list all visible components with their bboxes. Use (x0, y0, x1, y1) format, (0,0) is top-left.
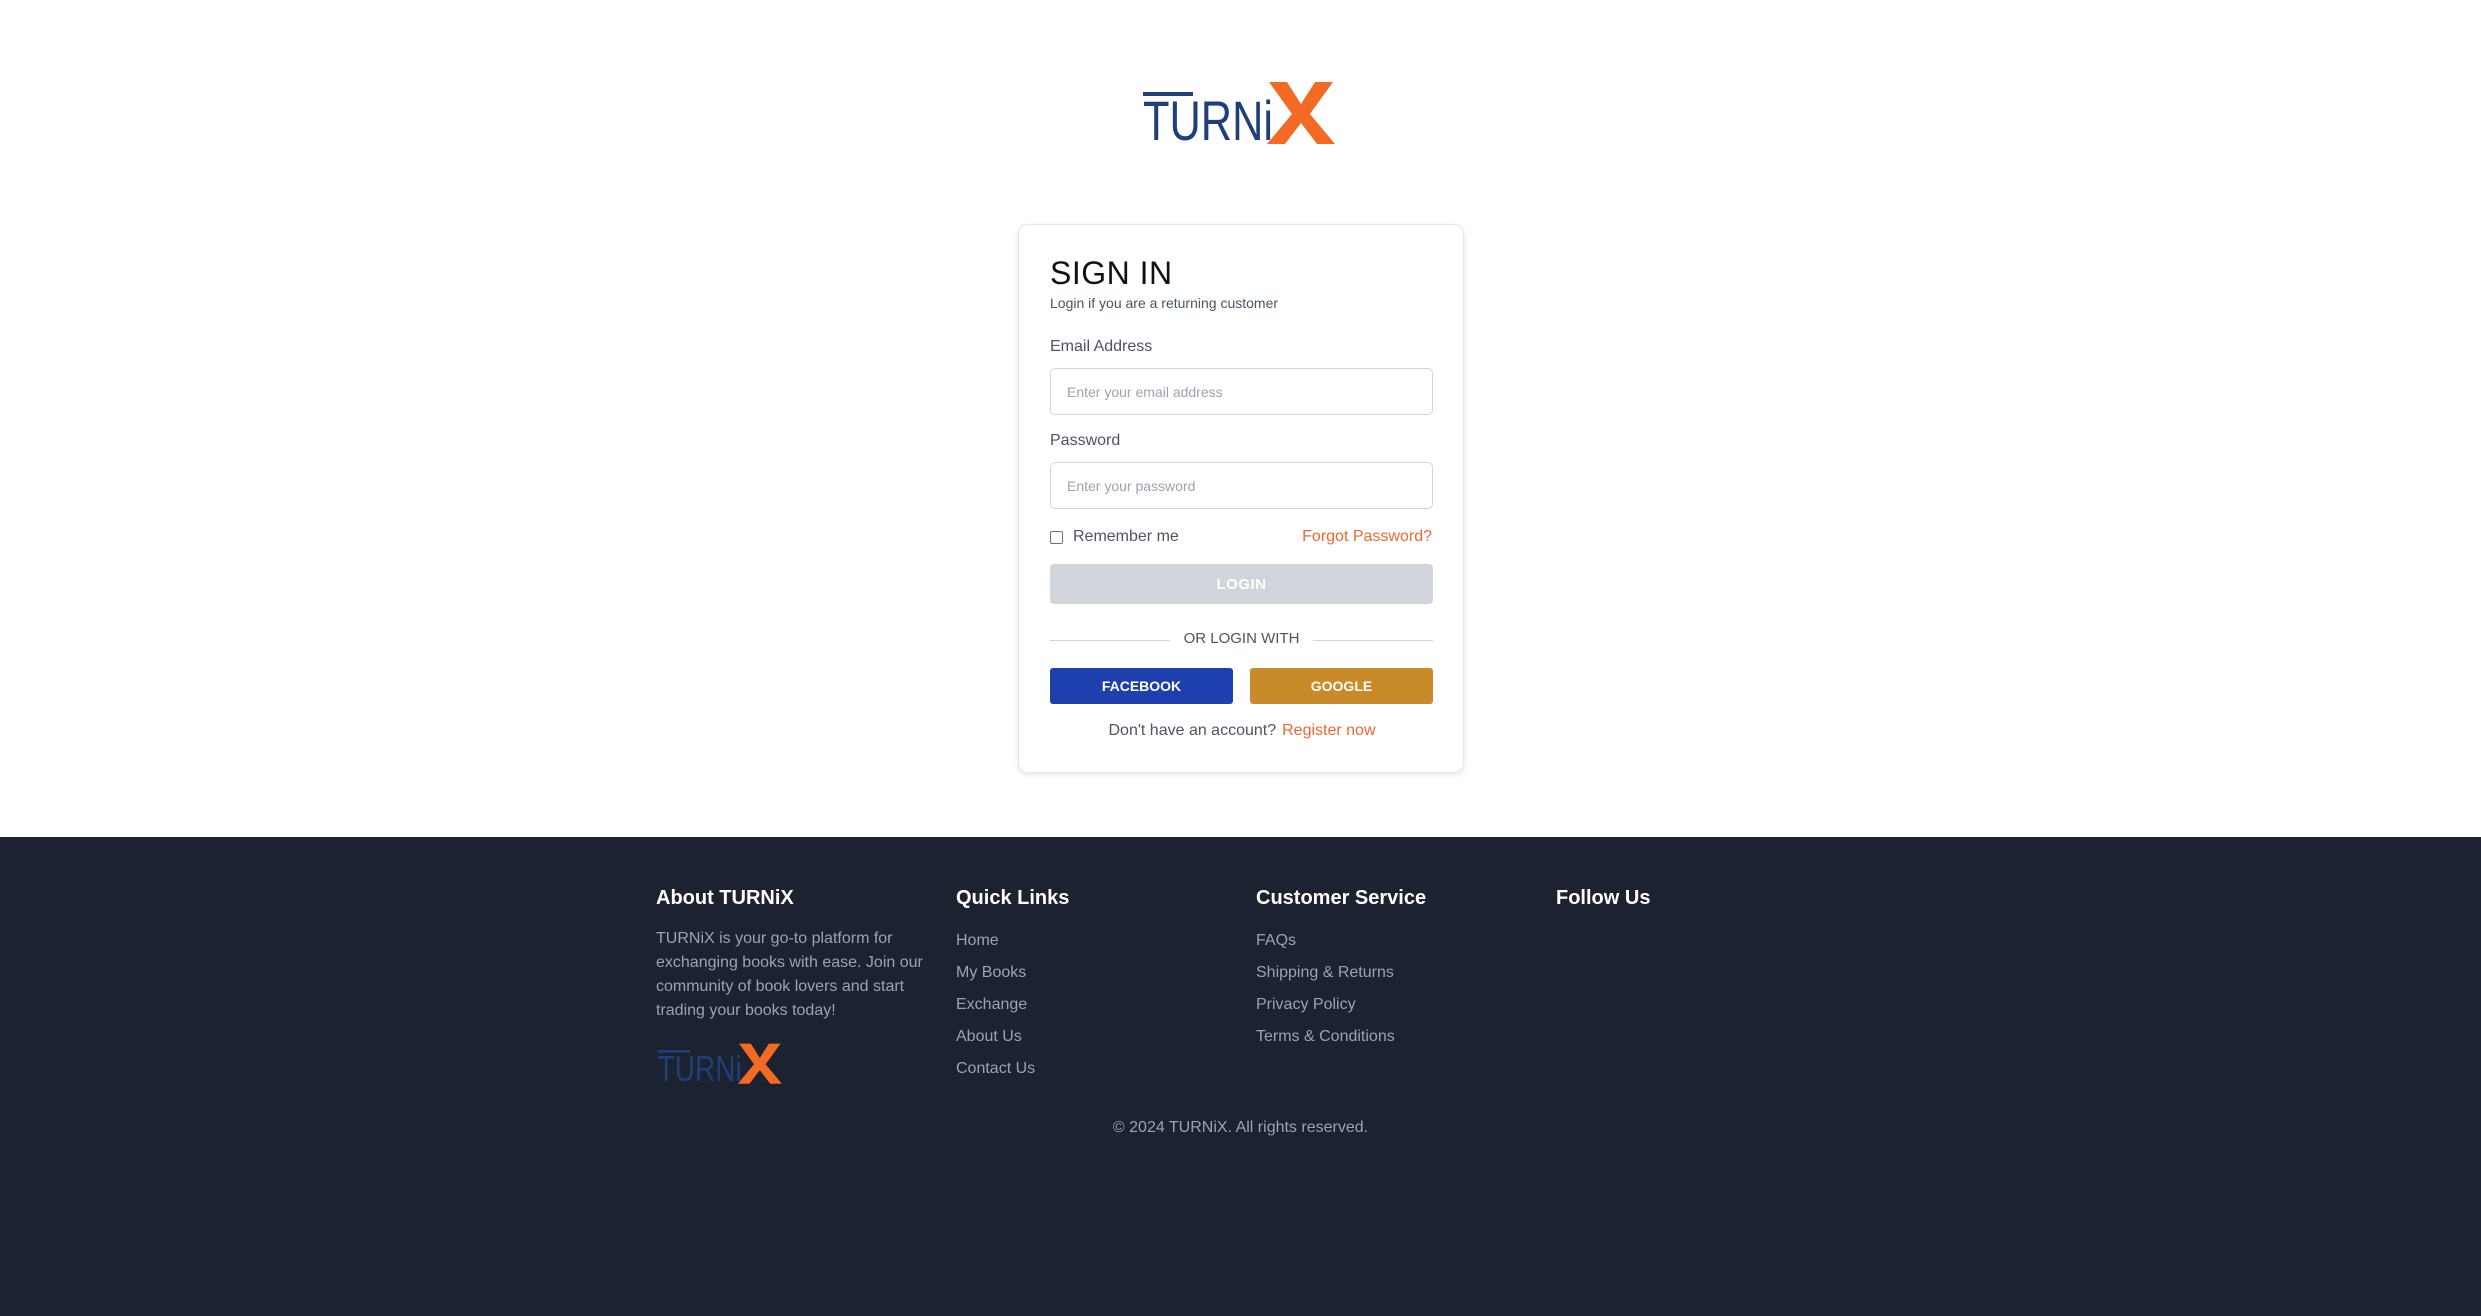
footer-follow-us: Follow Us (1556, 887, 1650, 927)
logo-wordmark: TURNi (1143, 89, 1273, 146)
footer-turnix-logo[interactable]: TURNi (656, 1041, 786, 1085)
footer-link-shipping-returns[interactable]: Shipping & Returns (1256, 957, 1426, 989)
footer-link-terms-conditions[interactable]: Terms & Conditions (1256, 1021, 1426, 1053)
footer-logo-x-mark (737, 1043, 782, 1084)
footer-link-faqs[interactable]: FAQs (1256, 925, 1426, 957)
remember-label: Remember me (1073, 528, 1179, 545)
footer-link-about-us[interactable]: About Us (956, 1021, 1069, 1053)
site-footer: About TURNiX TURNiX is your go-to platfo… (0, 837, 2481, 1316)
footer-about-heading: About TURNiX (656, 887, 794, 909)
footer-logo-wordmark: TURNi (658, 1048, 742, 1085)
register-link[interactable]: Register now (1282, 722, 1375, 739)
footer-link-home[interactable]: Home (956, 925, 1069, 957)
password-input[interactable] (1050, 462, 1433, 509)
footer-quick-links-heading: Quick Links (956, 887, 1070, 909)
email-input[interactable] (1050, 368, 1433, 415)
turnix-logo[interactable]: TURNi (1141, 78, 1341, 146)
footer-customer-service-heading: Customer Service (1256, 887, 1427, 909)
footer-about: About TURNiX TURNiX is your go-to platfo… (656, 887, 926, 1023)
footer-about-text: TURNiX is your go-to platform for exchan… (656, 930, 923, 1019)
register-prompt: Don't have an account? Register now (1019, 722, 1465, 740)
register-prompt-text: Don't have an account? (1108, 722, 1277, 739)
footer-quick-links: Quick Links Home My Books Exchange About… (956, 887, 1069, 1085)
facebook-login-button[interactable]: FACEBOOK (1050, 668, 1233, 704)
footer-copyright: © 2024 TURNiX. All rights reserved. (1112, 1119, 1369, 1136)
divider-text: OR LOGIN WITH (1183, 630, 1300, 647)
forgot-password-link[interactable]: Forgot Password? (1302, 528, 1432, 546)
footer-link-contact-us[interactable]: Contact Us (956, 1053, 1069, 1085)
google-login-button[interactable]: GOOGLE (1250, 668, 1433, 704)
signin-card: SIGN IN Login if you are a returning cus… (1018, 224, 1464, 773)
footer-customer-service: Customer Service FAQs Shipping & Returns… (1256, 887, 1426, 1053)
signin-title: SIGN IN (1050, 255, 1173, 291)
signin-subtitle: Login if you are a returning customer (1050, 295, 1279, 311)
remember-me[interactable]: Remember me (1050, 528, 1179, 546)
footer-link-my-books[interactable]: My Books (956, 957, 1069, 989)
email-label: Email Address (1050, 338, 1153, 355)
password-label: Password (1050, 432, 1121, 449)
or-login-with-divider: OR LOGIN WITH (1050, 630, 1433, 650)
footer-follow-us-heading: Follow Us (1556, 887, 1651, 909)
remember-checkbox[interactable] (1050, 530, 1063, 544)
login-button[interactable]: LOGIN (1050, 564, 1433, 604)
logo-x-mark (1267, 82, 1335, 144)
footer-link-privacy-policy[interactable]: Privacy Policy (1256, 989, 1426, 1021)
footer-link-exchange[interactable]: Exchange (956, 989, 1069, 1021)
